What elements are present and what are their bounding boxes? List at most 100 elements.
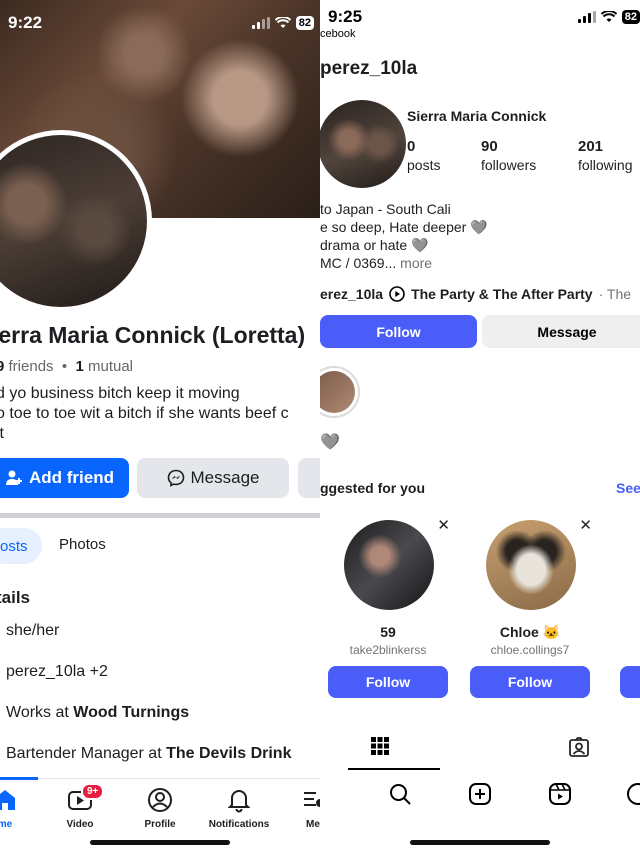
- nav-profile-label: Profile: [144, 819, 176, 830]
- section-divider: [0, 513, 320, 518]
- profile-links-row: erez_10la The Party & The After Party · …: [320, 286, 631, 302]
- home-indicator[interactable]: [90, 840, 230, 845]
- bottom-navigation: me 9+ Video Profile Notifications Me: [0, 777, 320, 853]
- instagram-profile-screen: 9:25 82 cebook perez_10la Sierra Maria C…: [320, 0, 640, 853]
- stat-following[interactable]: 201 following: [578, 138, 632, 174]
- tagged-icon[interactable]: [568, 736, 590, 758]
- mutual-count: 1: [75, 358, 84, 375]
- nav-video-label: Video: [66, 819, 94, 830]
- message-label: Message: [190, 468, 260, 487]
- suggestion-card[interactable]: ✕ Chloe 🐱 chloe.collings7 Follow: [462, 512, 598, 702]
- highlight-cover: [320, 371, 355, 413]
- suggestion-follow-button[interactable]: Follow: [328, 666, 448, 698]
- battery-icon: 82: [295, 16, 314, 30]
- suggestion-card[interactable]: ✕ 59 take2blinkerss Follow: [320, 512, 456, 702]
- bio-line: d yo business bitch keep it moving: [0, 385, 240, 402]
- detail-instagram[interactable]: perez_10la +2: [6, 663, 108, 681]
- stat-followers[interactable]: 90 followers: [481, 138, 536, 174]
- back-to-app-link[interactable]: cebook: [320, 28, 355, 40]
- message-button[interactable]: Message: [482, 315, 640, 348]
- story-highlight[interactable]: [320, 366, 360, 418]
- home-indicator[interactable]: [410, 840, 550, 845]
- bio-line: MC / 0369...: [320, 255, 397, 271]
- friends-summary[interactable]: 9 friends • 1 mutual: [0, 358, 133, 375]
- grid-icon[interactable]: [370, 736, 390, 756]
- nav-profile[interactable]: Profile: [125, 787, 195, 830]
- suggestion-avatar[interactable]: [486, 520, 576, 610]
- suggestion-handle: chloe.collings7: [490, 643, 570, 657]
- nav-menu-label: Me: [306, 819, 320, 830]
- messenger-icon: [167, 469, 184, 487]
- detail-job-place[interactable]: The Devils Drink: [166, 745, 291, 762]
- play-circle-icon: [389, 286, 405, 302]
- signal-icon: [577, 11, 596, 23]
- stat-following-value: 201: [578, 138, 604, 155]
- add-person-icon: [6, 470, 22, 485]
- bio-line: e so deep, Hate deeper 🩶: [320, 219, 488, 235]
- see-all-link[interactable]: See: [616, 480, 640, 496]
- stat-followers-value: 90: [481, 138, 498, 155]
- bio-more-link[interactable]: more: [400, 255, 432, 271]
- reels-icon[interactable]: [548, 782, 572, 811]
- suggestion-name: Chloe 🐱: [499, 624, 561, 640]
- tab-photos[interactable]: Photos: [59, 536, 106, 553]
- detail-work-place[interactable]: Wood Turnings: [73, 704, 189, 721]
- message-button[interactable]: Message: [137, 458, 289, 498]
- bio-line: drama or hate 🩶: [320, 237, 429, 253]
- profile-picture[interactable]: [320, 100, 406, 188]
- battery-icon: 82: [621, 10, 640, 24]
- facebook-profile-screen: 9:22 82 ierra Maria Connick (Loretta) 9 …: [0, 0, 320, 853]
- home-icon: [0, 790, 15, 810]
- status-bar: 9:22 82: [8, 12, 314, 34]
- profile-username: perez_10la: [320, 58, 418, 79]
- stat-posts-value: 0: [407, 138, 416, 155]
- profile-tab-icon[interactable]: [626, 782, 640, 811]
- nav-notifications[interactable]: Notifications: [204, 787, 274, 830]
- more-options-button[interactable]: [298, 458, 320, 498]
- suggestion-handle: take2blinkerss: [349, 643, 427, 657]
- add-friend-button[interactable]: Add friend: [0, 458, 129, 498]
- suggestion-name: 59: [380, 624, 396, 640]
- search-icon[interactable]: [388, 782, 412, 811]
- status-bar: 9:25 82: [328, 6, 640, 28]
- stat-posts: 0 posts: [407, 138, 440, 174]
- suggestion-follow-button-partial[interactable]: [620, 666, 640, 698]
- dismiss-icon[interactable]: ✕: [437, 516, 450, 534]
- highlight-caption: 🩶: [320, 434, 340, 451]
- detail-pronouns: she/her: [6, 622, 60, 639]
- bio-line-last: MC / 0369... more: [320, 254, 640, 272]
- status-time: 9:22: [8, 13, 43, 32]
- suggestion-follow-button[interactable]: Follow: [470, 666, 590, 698]
- detail-job-prefix: Bartender Manager at: [6, 745, 167, 762]
- wifi-icon: [274, 17, 291, 28]
- detail-work: Works at Wood Turnings: [6, 704, 189, 722]
- video-badge: 9+: [81, 783, 105, 800]
- profile-bio: to Japan - South Cali e so deep, Hate de…: [320, 200, 640, 272]
- bio-line: it: [0, 425, 4, 442]
- create-post-icon[interactable]: [468, 782, 492, 811]
- music-suffix: · The: [598, 286, 632, 302]
- threads-handle-link[interactable]: erez_10la: [320, 286, 383, 302]
- stat-followers-label: followers: [481, 157, 537, 173]
- nav-home[interactable]: me: [0, 787, 40, 830]
- tab-posts[interactable]: osts: [0, 528, 42, 564]
- active-tab-indicator: [348, 768, 440, 770]
- signal-icon: [251, 17, 270, 29]
- stat-following-label: following: [578, 157, 633, 173]
- active-tab-indicator: [0, 777, 38, 780]
- profile-name: ierra Maria Connick (Loretta): [0, 322, 306, 348]
- follow-button[interactable]: Follow: [320, 315, 477, 348]
- wifi-icon: [600, 11, 617, 22]
- bio-line: to Japan - South Cali: [320, 201, 451, 217]
- bottom-navigation: [320, 778, 640, 818]
- add-friend-label: Add friend: [29, 468, 114, 487]
- profile-bio: d yo business bitch keep it moving o toe…: [0, 384, 320, 444]
- nav-menu[interactable]: Me: [278, 787, 320, 830]
- dismiss-icon[interactable]: ✕: [579, 516, 592, 534]
- suggestion-avatar[interactable]: [344, 520, 434, 610]
- nav-video[interactable]: 9+ Video: [45, 783, 115, 830]
- nav-notifications-label: Notifications: [208, 819, 270, 830]
- music-title-link[interactable]: The Party & The After Party: [411, 286, 593, 302]
- friends-count: 9: [0, 358, 5, 375]
- bio-line: o toe to toe wit a bitch if she wants be…: [0, 405, 289, 422]
